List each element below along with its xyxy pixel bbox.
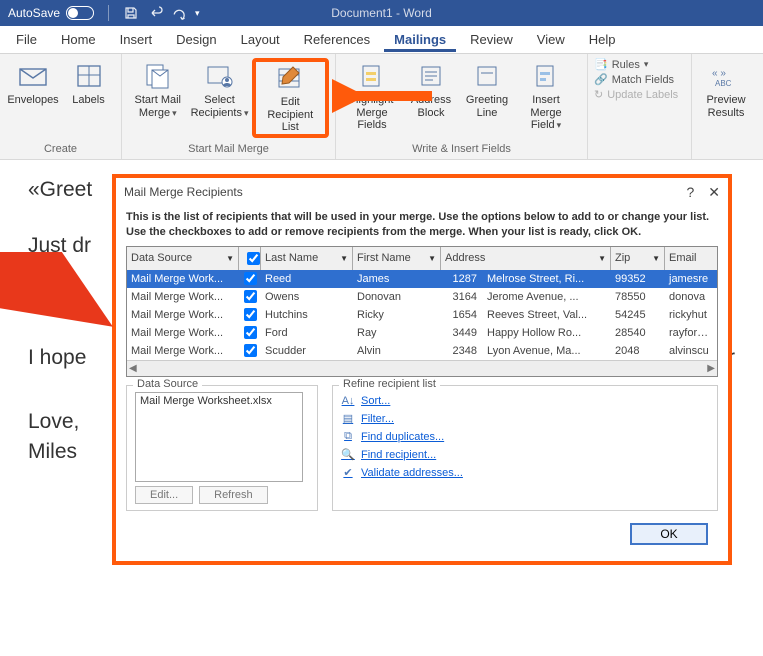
recipients-grid: Data Source▼ Last Name▼ First Name▼ Addr… (126, 246, 718, 377)
table-row[interactable]: Mail Merge Work...ReedJames1287Melrose S… (127, 270, 717, 288)
data-source-label: Data Source (133, 378, 202, 390)
col-email[interactable]: Email (665, 247, 717, 270)
row-checkbox[interactable] (244, 272, 257, 285)
validate-icon: ✔ (341, 466, 355, 480)
sort-link[interactable]: A↓Sort... (341, 394, 709, 408)
find-duplicates-link[interactable]: ⧉Find duplicates... (341, 430, 709, 444)
mail-merge-icon (141, 60, 175, 92)
sort-icon: A↓ (341, 394, 355, 408)
tab-insert[interactable]: Insert (110, 28, 163, 51)
tab-help[interactable]: Help (579, 28, 626, 51)
row-checkbox[interactable] (244, 326, 257, 339)
refine-panel: Refine recipient list A↓Sort... ▤Filter.… (332, 385, 718, 511)
find-icon: 🔍 (341, 448, 355, 462)
insert-merge-field-button[interactable]: Insert Merge Field (516, 58, 576, 132)
mail-merge-recipients-dialog: Mail Merge Recipients ? ✕ This is the li… (112, 174, 732, 565)
match-icon: 🔗 (594, 73, 608, 86)
tab-view[interactable]: View (527, 28, 575, 51)
group-label-start-merge: Start Mail Merge (122, 141, 335, 159)
qat-overflow-icon[interactable]: ▾ (195, 8, 200, 19)
svg-text:ABC: ABC (715, 79, 732, 88)
dialog-instruction-1: This is the list of recipients that will… (126, 211, 709, 223)
start-mail-merge-button[interactable]: Start Mail Merge (128, 58, 188, 119)
insert-field-icon (529, 60, 563, 92)
dialog-title: Mail Merge Recipients (124, 185, 243, 199)
tab-layout[interactable]: Layout (231, 28, 290, 51)
group-label-create: Create (0, 141, 121, 159)
col-address[interactable]: Address▼ (441, 247, 611, 270)
filter-link[interactable]: ▤Filter... (341, 412, 709, 426)
window-title: Document1 - Word (331, 6, 431, 20)
data-source-listbox[interactable]: Mail Merge Worksheet.xlsx (135, 392, 303, 482)
preview-icon: « »ABC (709, 60, 743, 92)
table-row[interactable]: Mail Merge Work...FordRay3449Happy Hollo… (127, 324, 717, 342)
tab-review[interactable]: Review (460, 28, 523, 51)
tab-mailings[interactable]: Mailings (384, 28, 456, 52)
save-icon[interactable] (123, 5, 139, 21)
refresh-datasource-button: Refresh (199, 486, 268, 504)
find-recipient-link[interactable]: 🔍Find recipient... (341, 448, 709, 462)
col-data-source[interactable]: Data Source▼ (127, 247, 239, 270)
annotation-arrow-ribbon (332, 76, 442, 116)
rules-button[interactable]: 📑Rules▾ (594, 58, 685, 71)
menu-bar: File Home Insert Design Layout Reference… (0, 26, 763, 54)
toggle-off-icon (66, 6, 94, 20)
table-row[interactable]: Mail Merge Work...HutchinsRicky1654Reeve… (127, 306, 717, 324)
group-label-write-insert: Write & Insert Fields (336, 141, 587, 159)
autosave-toggle[interactable]: AutoSave (8, 6, 94, 20)
svg-text:« »: « » (712, 68, 726, 79)
close-icon[interactable]: ✕ (708, 184, 720, 201)
row-checkbox[interactable] (244, 308, 257, 321)
undo-icon[interactable] (147, 5, 163, 21)
filter-icon: ▤ (341, 412, 355, 426)
tab-design[interactable]: Design (166, 28, 226, 51)
edit-list-icon (273, 62, 307, 94)
envelope-icon (16, 60, 50, 92)
match-fields-button[interactable]: 🔗Match Fields (594, 73, 685, 86)
duplicates-icon: ⧉ (341, 430, 355, 444)
update-icon: ↻ (594, 88, 603, 101)
edit-datasource-button: Edit... (135, 486, 193, 504)
labels-icon (72, 60, 106, 92)
greeting-line-button[interactable]: Greeting Line (460, 58, 514, 119)
data-source-panel: Data Source Mail Merge Worksheet.xlsx Ed… (126, 385, 318, 511)
col-checkbox[interactable] (239, 247, 261, 270)
row-checkbox[interactable] (244, 344, 257, 357)
table-row[interactable]: Mail Merge Work...OwensDonovan3164Jerome… (127, 288, 717, 306)
row-checkbox[interactable] (244, 290, 257, 303)
annotation-arrow-document (0, 252, 120, 332)
recipients-icon (203, 60, 237, 92)
redo-icon[interactable] (171, 5, 187, 21)
refine-label: Refine recipient list (339, 378, 440, 390)
update-labels-button: ↻Update Labels (594, 88, 685, 101)
dialog-instruction-2: Use the checkboxes to add or remove reci… (126, 226, 641, 238)
tab-home[interactable]: Home (51, 28, 106, 51)
autosave-label: AutoSave (8, 6, 60, 20)
rules-icon: 📑 (594, 58, 608, 71)
tab-file[interactable]: File (6, 28, 47, 51)
col-first-name[interactable]: First Name▼ (353, 247, 441, 270)
table-row[interactable]: Mail Merge Work...ScudderAlvin2348Lyon A… (127, 342, 717, 360)
edit-recipient-list-button[interactable]: Edit Recipient List (252, 58, 329, 138)
select-recipients-button[interactable]: Select Recipients (190, 58, 250, 119)
help-icon[interactable]: ? (686, 184, 694, 201)
ok-button[interactable]: OK (630, 523, 708, 545)
preview-results-button[interactable]: « »ABC Preview Results (698, 58, 754, 119)
envelopes-button[interactable]: Envelopes (6, 58, 60, 107)
col-zip[interactable]: Zip▼ (611, 247, 665, 270)
greeting-icon (470, 60, 504, 92)
validate-link[interactable]: ✔Validate addresses... (341, 466, 709, 480)
doc-line-4: I hope (28, 346, 86, 370)
horizontal-scrollbar[interactable]: ◀▶ (127, 360, 717, 376)
col-last-name[interactable]: Last Name▼ (261, 247, 353, 270)
tab-references[interactable]: References (294, 28, 380, 51)
labels-button[interactable]: Labels (62, 58, 115, 107)
title-bar: AutoSave ▾ Document1 - Word (0, 0, 763, 26)
